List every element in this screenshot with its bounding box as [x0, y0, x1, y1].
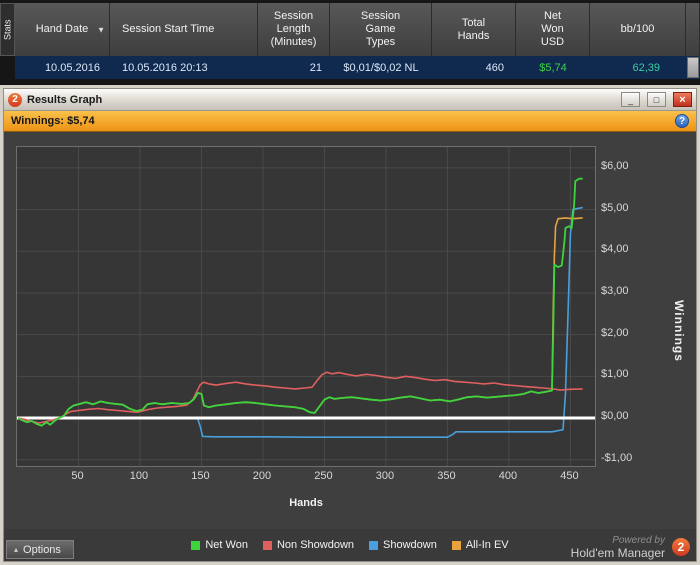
- legend-label: Net Won: [205, 539, 248, 551]
- column-header-hand-date[interactable]: Hand Date ▼: [15, 3, 110, 56]
- cell-session-start-time: 10.05.2016 20:13: [122, 61, 208, 74]
- cell-session-game-types: $0,01/$0,02 NL: [343, 61, 419, 74]
- options-label: Options: [23, 543, 61, 556]
- sort-dropdown-icon[interactable]: ▼: [97, 23, 105, 36]
- legend-item: All-In EV: [451, 539, 509, 551]
- session-row-selected[interactable]: 10.05.2016 10.05.2016 20:13 21 $0,01/$0,…: [15, 56, 700, 79]
- window-footer: ▴ Options Net Won Non Showdown Showdown All…: [4, 529, 696, 561]
- legend-swatch-icon: [369, 540, 379, 550]
- column-header-bb-100[interactable]: bb/100: [590, 3, 686, 56]
- brand-name: Hold'em Manager: [570, 546, 665, 560]
- help-icon[interactable]: ?: [675, 114, 689, 128]
- x-tick-label: 250: [314, 470, 333, 482]
- y-axis-title: Winnings: [672, 299, 686, 362]
- legend-swatch-icon: [191, 540, 201, 550]
- legend-label: Non Showdown: [276, 539, 355, 551]
- x-axis-title: Hands: [289, 497, 323, 509]
- scrollbar-thumb[interactable]: [687, 57, 699, 78]
- grid-header: Hand Date ▼ Session Start Time Session L…: [15, 3, 700, 56]
- x-tick-label: 50: [71, 470, 84, 482]
- results-graph-window: 2 Results Graph _ □ × Winnings: $5,74 ? …: [0, 85, 700, 565]
- close-button[interactable]: ×: [673, 92, 692, 107]
- stats-table: Stats Hand Date ▼ Session Start Time Ses…: [0, 0, 700, 85]
- x-tick-label: 300: [375, 470, 395, 482]
- cell-net-won-usd: $5,74: [539, 61, 567, 74]
- legend-item: Net Won: [191, 539, 248, 551]
- cell-total-hands: 460: [485, 61, 504, 74]
- x-tick-label: 450: [560, 470, 579, 482]
- column-header-session-start-time[interactable]: Session Start Time: [110, 3, 258, 56]
- table-scrollbar[interactable]: [686, 56, 700, 79]
- y-tick-label: -$1,00: [601, 451, 633, 464]
- column-header-net-won-usd[interactable]: Net Won USD: [516, 3, 590, 56]
- y-tick-label: $6,00: [601, 159, 629, 172]
- options-button[interactable]: ▴ Options: [6, 540, 74, 559]
- chart-region: Hands Winnings $6,00 $5,00 $4,00 $3,00 $2,00…: [4, 132, 696, 529]
- x-tick-label: 400: [498, 470, 518, 482]
- y-tick-label: $0,00: [601, 410, 629, 423]
- legend-label: All-In EV: [465, 539, 509, 551]
- legend-label: Showdown: [383, 539, 437, 551]
- window-title: Results Graph: [27, 93, 103, 106]
- window-titlebar[interactable]: 2 Results Graph _ □ ×: [4, 89, 696, 111]
- cell-hand-date: 10.05.2016: [44, 61, 100, 74]
- brand-logo-icon: 2: [672, 538, 690, 556]
- y-tick-label: $1,00: [601, 368, 629, 381]
- legend: Net Won Non Showdown Showdown All-In EV: [191, 539, 509, 551]
- cell-bb-100: 62,39: [632, 61, 660, 74]
- legend-swatch-icon: [262, 540, 272, 550]
- winnings-label: Winnings: $5,74: [11, 115, 95, 127]
- column-header-session-length[interactable]: Session Length (Minutes): [258, 3, 330, 56]
- column-label: Hand Date: [35, 23, 89, 35]
- cell-session-length: 21: [309, 61, 322, 74]
- winnings-chart: [17, 147, 595, 466]
- options-arrow-icon: ▴: [14, 545, 19, 554]
- y-tick-label: $3,00: [601, 284, 629, 297]
- header-scroll-corner: [686, 3, 700, 56]
- minimize-button[interactable]: _: [621, 92, 640, 107]
- legend-item: Non Showdown: [262, 539, 355, 551]
- x-tick-label: 200: [252, 470, 272, 482]
- powered-by-block: Powered by Hold'em Manager 2: [571, 535, 690, 559]
- x-tick-label: 350: [437, 470, 456, 482]
- column-header-session-game-types[interactable]: Session Game Types: [330, 3, 432, 56]
- app-logo-icon: 2: [8, 92, 22, 107]
- maximize-button[interactable]: □: [647, 92, 666, 107]
- y-tick-label: $4,00: [601, 243, 629, 256]
- y-tick-label: $5,00: [601, 201, 629, 214]
- plot-area: [16, 146, 596, 467]
- legend-swatch-icon: [451, 540, 461, 550]
- y-tick-label: $2,00: [601, 326, 629, 339]
- stats-side-tab[interactable]: Stats: [0, 3, 15, 56]
- sessions-grid: Hand Date ▼ Session Start Time Session L…: [15, 3, 700, 79]
- x-tick-label: 100: [129, 470, 149, 482]
- legend-item: Showdown: [369, 539, 437, 551]
- column-header-total-hands[interactable]: Total Hands: [432, 3, 516, 56]
- winnings-bar: Winnings: $5,74 ?: [4, 111, 696, 132]
- x-tick-label: 150: [191, 470, 210, 482]
